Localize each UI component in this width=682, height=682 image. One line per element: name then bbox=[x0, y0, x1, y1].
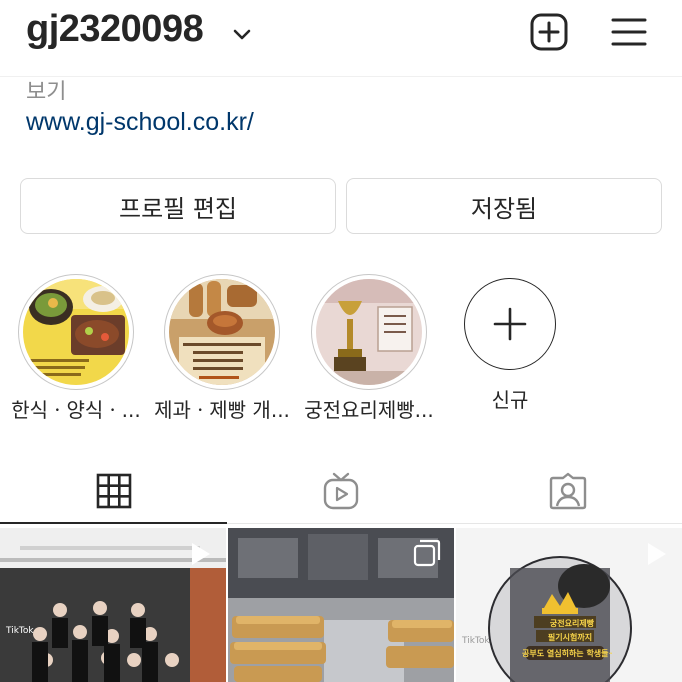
bio-text: 보기 bbox=[26, 80, 67, 100]
plus-icon bbox=[493, 307, 527, 341]
tab-igtv[interactable] bbox=[227, 458, 454, 524]
tab-tagged[interactable] bbox=[454, 458, 681, 524]
grid-icon bbox=[96, 473, 131, 509]
plus-square-icon[interactable] bbox=[529, 12, 569, 52]
highlight-label: 제과ㆍ제빵 개... bbox=[154, 398, 290, 422]
username-title[interactable]: gj2320098 bbox=[26, 8, 204, 51]
header-divider bbox=[0, 76, 682, 77]
highlight-cover-image bbox=[169, 279, 275, 385]
saved-button[interactable]: 저장됨 bbox=[346, 178, 662, 234]
tab-grid[interactable] bbox=[0, 458, 227, 524]
top-bar: gj2320098 bbox=[0, 0, 682, 70]
highlight-label: 한식ㆍ양식ㆍ... bbox=[11, 398, 141, 422]
chevron-down-icon[interactable] bbox=[232, 24, 252, 44]
highlight-cover-image bbox=[23, 279, 129, 385]
post-caption-line: 궁전요리제빵 bbox=[549, 619, 595, 628]
carousel-icon bbox=[413, 539, 441, 567]
hamburger-menu-icon[interactable] bbox=[610, 14, 648, 50]
post-thumbnail[interactable]: TikTok bbox=[0, 528, 226, 682]
post-thumbnail[interactable] bbox=[228, 528, 454, 682]
highlight-cover-image bbox=[316, 279, 422, 385]
website-link[interactable]: www.gj-school.co.kr/ bbox=[26, 108, 254, 137]
post-caption-line: 공부도 열심히하는 학생들~ bbox=[522, 649, 612, 658]
profile-tab-bar bbox=[0, 458, 682, 524]
tiktok-badge: TikTok bbox=[462, 636, 490, 646]
highlight-label: 신규 bbox=[491, 388, 529, 412]
edit-profile-button[interactable]: 프로필 편집 bbox=[20, 178, 336, 234]
video-play-icon bbox=[648, 543, 666, 565]
post-thumbnail[interactable]: 궁전요리제빵 필기시험까지 공부도 열심히하는 학생들~ TikTok bbox=[456, 528, 682, 682]
igtv-icon bbox=[323, 472, 358, 510]
tiktok-badge: TikTok bbox=[6, 626, 34, 636]
active-tab-indicator bbox=[0, 522, 227, 524]
post-caption-line: 필기시험까지 bbox=[547, 633, 593, 642]
tagged-person-icon bbox=[549, 472, 586, 510]
video-play-icon bbox=[192, 543, 210, 565]
highlight-label: 궁전요리제빵... bbox=[304, 398, 434, 422]
